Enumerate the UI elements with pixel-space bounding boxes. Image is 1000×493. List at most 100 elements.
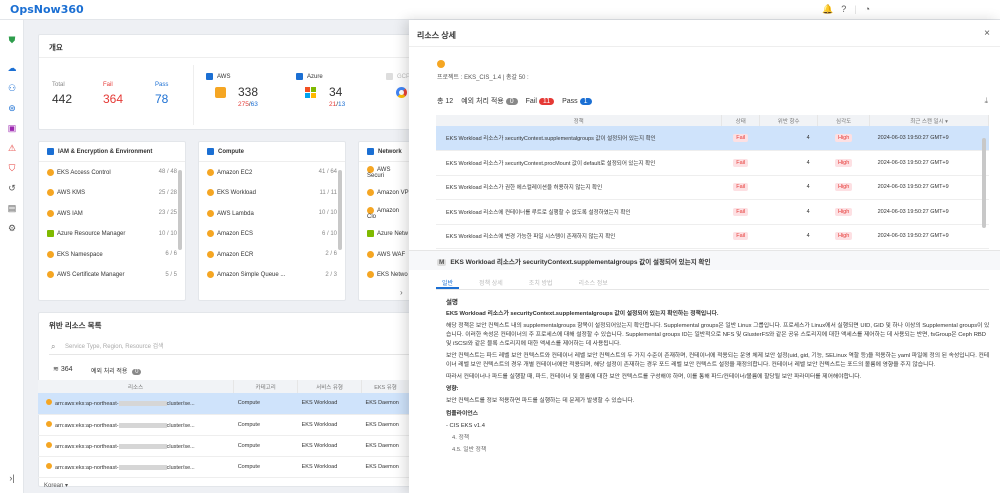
tab-general[interactable]: 일반: [436, 274, 460, 289]
column-header[interactable]: 최근 스캔 일시 ▾: [869, 115, 989, 126]
exception-filter[interactable]: 예외 처리 적용 0: [91, 366, 142, 375]
category-item[interactable]: EKS Namespace 6 / 6: [39, 244, 185, 265]
column-header[interactable]: 카테고리: [233, 380, 299, 393]
column-header[interactable]: 위반 항수: [759, 115, 819, 126]
detail-summary: 총 12 예외 처리 적용 0 Fail 11 Pass 1: [437, 96, 592, 106]
aws-provider[interactable]: AWS: [206, 73, 230, 80]
category-title[interactable]: IAM & Encryption & Environment: [39, 142, 185, 163]
tab-policy-detail[interactable]: 정책 상세: [473, 274, 509, 289]
table-row[interactable]: arn:aws:eks:ap-northeast-cluster/se... C…: [38, 456, 410, 478]
badge-icon[interactable]: ⛉: [6, 162, 18, 174]
checkbox-icon[interactable]: [386, 73, 393, 80]
category-item[interactable]: AWS KMS 25 / 28: [39, 183, 185, 204]
download-icon[interactable]: ⤓: [984, 96, 988, 106]
column-header[interactable]: 심각도: [817, 115, 871, 126]
column-header[interactable]: 정책: [436, 115, 723, 126]
table-row[interactable]: EKS Workload 리소스가 securityContext.procMo…: [436, 150, 989, 176]
severity-badge: High: [834, 158, 853, 167]
gcp-provider[interactable]: GCP: [386, 73, 410, 80]
column-header[interactable]: 상태: [721, 115, 761, 126]
azure-breakdown: 21/13: [329, 101, 346, 108]
aws-icon: [207, 250, 214, 258]
expand-sidebar-icon[interactable]: ›|: [6, 472, 18, 484]
category-item[interactable]: Azure Resource Manager 10 / 10: [39, 224, 185, 245]
aws-icon: [47, 209, 54, 217]
checkbox-icon[interactable]: [47, 148, 54, 155]
table-row[interactable]: arn:aws:eks:ap-northeast-cluster/se... C…: [38, 414, 410, 436]
pass-filter[interactable]: Pass 1: [562, 97, 592, 105]
column-header[interactable]: 서비스 유형: [297, 380, 363, 393]
category-panel-compute: Compute Amazon EC2 41 / 64 EKS Workload 11…: [198, 141, 346, 301]
azure-icon: [367, 230, 374, 238]
shield-icon[interactable]: ⛊: [6, 34, 18, 46]
description-paragraph: 해당 정책은 보안 컨텍스트 내의 supplementalgroups 항목이…: [446, 323, 990, 347]
tab-remediation[interactable]: 조치 방법: [523, 274, 559, 289]
chevron-right-icon[interactable]: ›: [400, 288, 403, 297]
exception-filter[interactable]: 예외 처리 적용 0: [461, 96, 518, 106]
table-row[interactable]: EKS Workload 리소스에 컨테이너를 루트로 실행할 수 없도록 설정…: [436, 199, 989, 225]
eks-icon: [47, 250, 54, 258]
category-title[interactable]: Compute: [199, 142, 345, 163]
alert-icon[interactable]: ⚠: [6, 142, 18, 154]
category-item[interactable]: Amazon EC2 41 / 64: [199, 162, 345, 183]
category-item[interactable]: AWS Certificate Manager 5 / 5: [39, 265, 185, 286]
close-icon[interactable]: ×: [984, 28, 990, 39]
description-paragraph: 보안 컨텍스트는 파드 레벨 보안 컨텍스트와 컨테이너 레벨 보안 컨텍스트의…: [446, 353, 990, 368]
scrollbar[interactable]: [982, 138, 986, 228]
table-row[interactable]: arn:aws:eks:ap-northeast-cluster/se... C…: [38, 393, 410, 415]
help-icon[interactable]: ?: [841, 4, 846, 15]
azure-provider[interactable]: Azure: [296, 73, 323, 80]
table-row[interactable]: EKS Workload 리소스가 권한 에스컬레이션을 허용하지 않는지 확인…: [436, 175, 989, 200]
eks-icon: [437, 60, 445, 68]
gcp-cloud-icon: [396, 87, 407, 98]
fail-filter[interactable]: Fail 11: [526, 97, 555, 105]
checkbox-icon[interactable]: [367, 148, 374, 155]
column-header[interactable]: 리소스: [38, 380, 235, 393]
aws-value: 338: [238, 85, 259, 99]
description-paragraph: 따라서 컨테이너나 파드를 실행할 때, 파드, 컨테이너 및 볼륨에 대한 보…: [446, 374, 862, 380]
category-item[interactable]: EKS Workload 11 / 11: [199, 183, 345, 204]
settings-icon[interactable]: ⚙: [6, 222, 18, 234]
table-row[interactable]: EKS Workload 리소스에 변경 가능한 파일 시스템이 존재하지 않는…: [436, 224, 989, 249]
compliance-heading: 컴플라이언스: [446, 411, 478, 417]
policy-table: 정책 상태 위반 항수 심각도 최근 스캔 일시 ▾ EKS Workload …: [436, 115, 989, 249]
users-icon[interactable]: ⚇: [6, 82, 18, 94]
violations-title: 위반 리소스 목록: [49, 321, 102, 330]
security-icon[interactable]: ⊛: [6, 102, 18, 114]
monitor-icon[interactable]: ▣: [6, 122, 18, 134]
compliance-sub: 4.5. 일반 정책: [452, 447, 487, 453]
redacted-text: [118, 422, 167, 428]
document-icon[interactable]: ▤: [6, 202, 18, 214]
category-item[interactable]: EKS Access Control 48 / 48: [39, 162, 185, 183]
aws-icon: [207, 271, 214, 279]
scrollbar[interactable]: [338, 170, 342, 250]
category-item[interactable]: Amazon ECR 2 / 6: [199, 244, 345, 265]
aws-icon: [367, 189, 374, 197]
eks-icon: [46, 462, 52, 469]
checkbox-icon[interactable]: [206, 73, 213, 80]
category-item[interactable]: Amazon Simple Queue ... 2 / 3: [199, 265, 345, 286]
user-avatar-icon[interactable]: ◔: [865, 4, 870, 15]
policy-badge-icon: M: [437, 259, 447, 266]
policy-description: 설명 EKS Workload 리소스가 securityContext.sup…: [446, 298, 991, 458]
azure-value: 34: [329, 85, 343, 99]
checkbox-icon[interactable]: [207, 148, 214, 155]
category-item[interactable]: AWS IAM 23 / 25: [39, 203, 185, 224]
scrollbar[interactable]: [178, 170, 182, 250]
separator: |: [854, 4, 857, 14]
app-logo[interactable]: OpsNow360: [10, 3, 84, 16]
table-row[interactable]: EKS Workload 리소스가 securityContext.supple…: [436, 126, 989, 151]
checkbox-icon[interactable]: [296, 73, 303, 80]
column-header[interactable]: EKS 유형: [361, 380, 410, 393]
category-item[interactable]: Amazon ECS 6 / 10: [199, 224, 345, 245]
tab-resource-info[interactable]: 리소스 정보: [573, 274, 614, 289]
table-row[interactable]: arn:aws:eks:ap-northeast-cluster/se... C…: [38, 435, 410, 457]
redacted-text: [118, 443, 167, 449]
bell-icon[interactable]: 🔔: [822, 4, 833, 15]
history-icon[interactable]: ↺: [6, 182, 18, 194]
total-value: 442: [52, 92, 73, 106]
category-item[interactable]: AWS Lambda 10 / 10: [199, 203, 345, 224]
language-select[interactable]: Korean ▾: [44, 482, 68, 489]
search-input[interactable]: Service Type, Region, Resource 검색: [49, 339, 409, 355]
cloud-icon[interactable]: ☁: [6, 62, 18, 74]
